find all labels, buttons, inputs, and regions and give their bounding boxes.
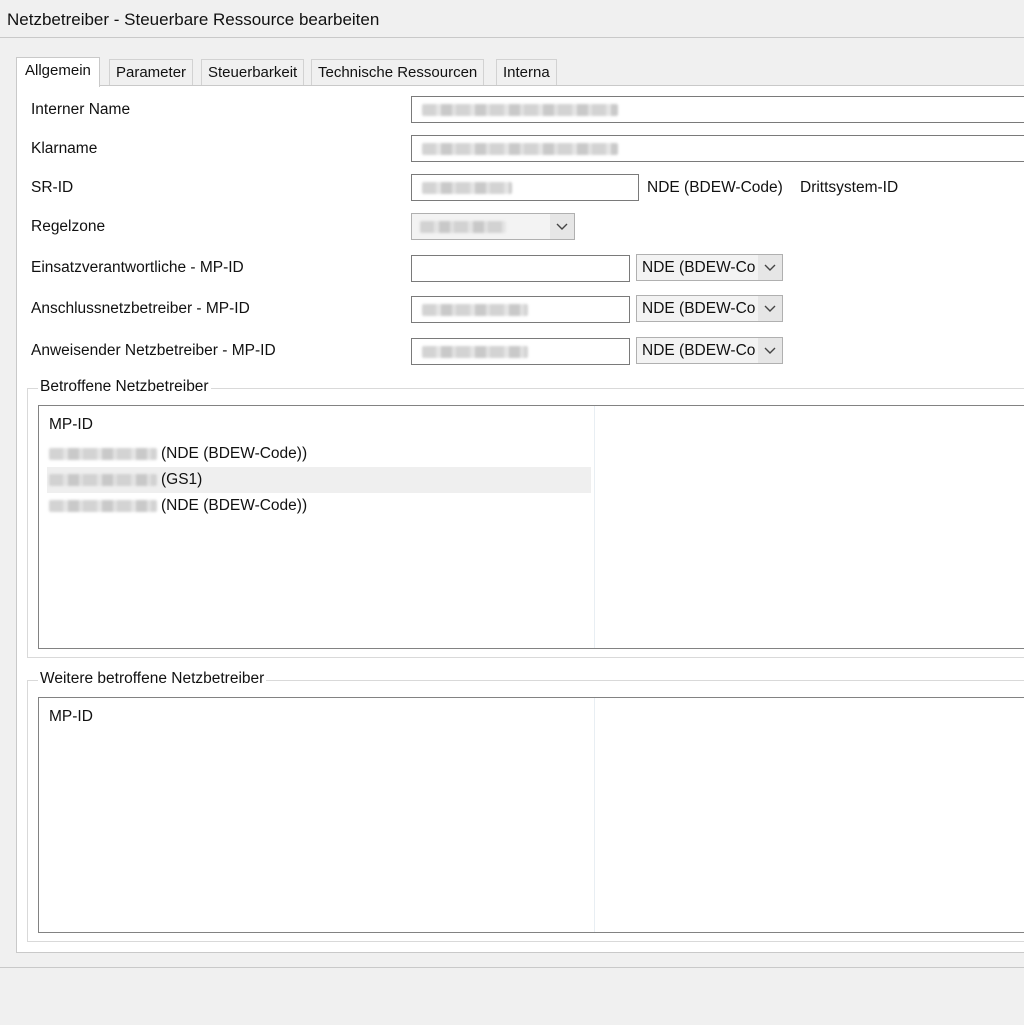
weitere-netzbetreiber-list[interactable]: MP-ID bbox=[38, 697, 1024, 933]
interner-name-label: Interner Name bbox=[31, 101, 131, 118]
anschlussnetzbetreiber-label: Anschlussnetzbetreiber - MP-ID bbox=[31, 300, 250, 317]
selected-value: NDE (BDEW-Co bbox=[642, 300, 756, 317]
redacted-value bbox=[49, 474, 157, 486]
redacted-value bbox=[49, 448, 157, 460]
mp-id-column-header: MP-ID bbox=[49, 708, 93, 725]
einsatzverantwortliche-field[interactable] bbox=[411, 255, 630, 282]
anschlussnetzbetreiber-code-select[interactable]: NDE (BDEW-Co bbox=[636, 295, 783, 322]
einsatzverantwortliche-code-select[interactable]: NDE (BDEW-Co bbox=[636, 254, 783, 281]
chevron-down-icon[interactable] bbox=[550, 214, 574, 239]
redacted-value bbox=[49, 500, 157, 512]
betroffene-netzbetreiber-legend: Betroffene Netzbetreiber bbox=[38, 378, 211, 396]
window-title: Netzbetreiber - Steuerbare Ressource bea… bbox=[0, 0, 1024, 38]
tab-interna[interactable]: Interna bbox=[496, 59, 557, 85]
anweisender-netzbetreiber-label: Anweisender Netzbetreiber - MP-ID bbox=[31, 342, 276, 359]
button-bar bbox=[0, 967, 1024, 1025]
regelzone-label: Regelzone bbox=[31, 218, 106, 235]
list-item-code: (NDE (BDEW-Code)) bbox=[161, 497, 308, 514]
sr-id-code-type: NDE (BDEW-Code) bbox=[647, 179, 783, 196]
anweisender-netzbetreiber-code-select[interactable]: NDE (BDEW-Co bbox=[636, 337, 783, 364]
list-item-code: (GS1) bbox=[161, 471, 203, 488]
sr-id-label: SR-ID bbox=[31, 179, 74, 196]
list-item[interactable]: (NDE (BDEW-Code)) bbox=[47, 493, 591, 519]
tab-panel-allgemein: Interner Name Klarname SR-ID NDE (BDEW-C… bbox=[16, 85, 1024, 953]
chevron-down-icon[interactable] bbox=[758, 296, 782, 321]
einsatzverantwortliche-label: Einsatzverantwortliche - MP-ID bbox=[31, 259, 244, 276]
selected-value: NDE (BDEW-Co bbox=[642, 342, 756, 359]
tab-allgemein[interactable]: Allgemein bbox=[16, 57, 100, 87]
tab-steuerbarkeit[interactable]: Steuerbarkeit bbox=[201, 59, 305, 85]
list-item[interactable]: (NDE (BDEW-Code)) bbox=[47, 441, 591, 467]
column-divider bbox=[594, 406, 595, 648]
selected-value: NDE (BDEW-Co bbox=[642, 259, 756, 276]
regelzone-select[interactable] bbox=[411, 213, 575, 240]
drittsystem-id-label: Drittsystem-ID bbox=[800, 179, 899, 196]
interner-name-field[interactable] bbox=[411, 96, 1024, 123]
weitere-netzbetreiber-group: Weitere betroffene Netzbetreiber MP-ID bbox=[27, 670, 1024, 942]
redacted-value bbox=[422, 143, 618, 155]
betroffene-netzbetreiber-group: Betroffene Netzbetreiber MP-ID (NDE (BDE… bbox=[27, 378, 1024, 658]
list-item[interactable]: (GS1) bbox=[47, 467, 591, 493]
klarname-label: Klarname bbox=[31, 140, 98, 157]
redacted-value bbox=[420, 221, 506, 233]
betroffene-netzbetreiber-list[interactable]: MP-ID (NDE (BDEW-Code)) (GS1) (NDE (BDEW… bbox=[38, 405, 1024, 649]
redacted-value bbox=[422, 104, 618, 116]
tab-parameter[interactable]: Parameter bbox=[109, 59, 194, 85]
klarname-field[interactable] bbox=[411, 135, 1024, 162]
redacted-value bbox=[422, 346, 528, 358]
sr-id-field[interactable] bbox=[411, 174, 639, 201]
redacted-value bbox=[422, 182, 512, 194]
list-item-code: (NDE (BDEW-Code)) bbox=[161, 445, 308, 462]
redacted-value bbox=[422, 304, 528, 316]
anschlussnetzbetreiber-field[interactable] bbox=[411, 296, 630, 323]
mp-id-column-header: MP-ID bbox=[49, 416, 93, 433]
tab-technische-ressourcen[interactable]: Technische Ressourcen bbox=[311, 59, 485, 85]
column-divider bbox=[594, 698, 595, 932]
chevron-down-icon[interactable] bbox=[758, 338, 782, 363]
chevron-down-icon[interactable] bbox=[758, 255, 782, 280]
weitere-netzbetreiber-legend: Weitere betroffene Netzbetreiber bbox=[38, 670, 267, 688]
anweisender-netzbetreiber-field[interactable] bbox=[411, 338, 630, 365]
